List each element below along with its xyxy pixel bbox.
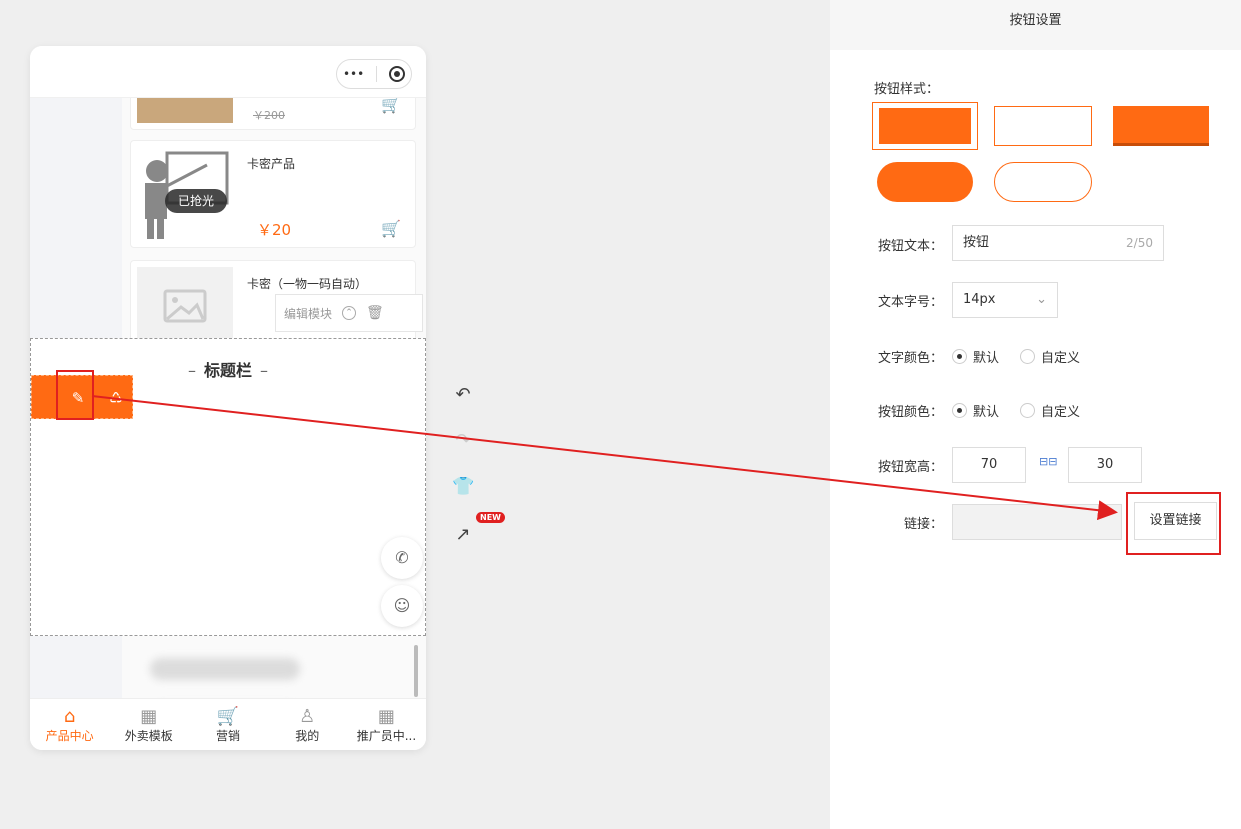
radio-label: 自定义 [1041,405,1081,420]
wechat-icon[interactable]: ☺ [381,585,423,627]
button-size-label: 按钮宽高： [878,460,944,475]
product-name: 卡密产品 [247,157,296,171]
cart-icon: 🛒 [216,706,240,727]
font-size-label: 文本字号： [878,295,944,310]
link-label: 链接： [904,517,944,532]
phone-call-icon[interactable]: ✆ [381,537,423,579]
edit-module-popup: 编辑模块 ⌃ 🗑 [275,294,423,332]
font-color-label: 文字颜色： [878,351,944,366]
radio-unchecked-icon [1020,349,1035,364]
delete-icon[interactable]: 🗑 [366,305,384,321]
home-icon: ⌂ [63,706,76,727]
highlight-set-link [1126,492,1221,555]
capsule-divider [376,66,378,82]
button-text-label: 按钮文本： [878,239,944,254]
style-option-3d[interactable] [1113,106,1209,146]
button-color-label: 按钮颜色： [878,405,944,420]
tab-label: 产品中心 [45,729,94,743]
scrollbar[interactable] [414,645,418,697]
radio-checked-icon [952,349,967,364]
cart-icon[interactable]: 🛒 [381,219,401,238]
button-height-input[interactable]: 30 [1068,447,1142,483]
new-badge: NEW [476,512,505,523]
style-option-rounded-outline[interactable] [994,162,1092,202]
grid-icon: ▦ [377,706,395,727]
panel-title: 按钮设置 [830,0,1241,50]
grid-icon: ▦ [140,706,158,727]
button-text-value: 按钮 [963,235,990,250]
tab-takeout-template[interactable]: ▦ 外卖模板 [109,699,188,750]
link-input[interactable] [952,504,1122,540]
move-up-icon[interactable]: ⌃ [342,306,357,320]
tab-label: 我的 [295,729,320,743]
bottom-tab-bar: ⌂ 产品中心 ▦ 外卖模板 🛒 营销 ♙ 我的 ▦ 推广员中... [30,698,426,750]
font-color-custom-radio[interactable]: 自定义 [1020,347,1080,366]
image-placeholder-icon [163,289,207,323]
radio-checked-icon [952,403,967,418]
close-target-icon[interactable] [389,66,406,82]
mini-program-capsule[interactable]: ••• [336,59,412,89]
font-size-value: 14px [963,292,996,307]
title-dash: – [187,361,196,380]
highlight-edit-button [56,370,94,420]
tab-label: 外卖模板 [124,729,173,743]
title-text: 标题栏 [203,361,252,380]
radio-label: 默认 [973,405,1000,420]
font-size-select[interactable]: 14px ⌄ [952,282,1058,318]
redo-icon[interactable]: ↷ [452,430,474,452]
text-counter: 2/50 [1126,236,1153,250]
tab-product-center[interactable]: ⌂ 产品中心 [30,699,109,750]
shirt-style-icon[interactable]: ♺ [100,382,132,414]
product-card[interactable]: 已抢光 卡密产品 ￥20 🛒 [130,140,416,248]
product-price: ￥20 [257,221,292,239]
product-image: 已抢光 [137,147,233,241]
title-dash: – [260,361,268,380]
style-option-filled-selected[interactable] [872,102,978,150]
product-name: 卡密（一物一码自动） [247,277,368,291]
undo-icon[interactable]: ↶ [452,384,474,406]
blurred-footer [150,658,300,680]
tab-label: 推广员中... [356,729,417,743]
theme-shirt-icon[interactable]: 👕 [452,476,474,498]
tab-marketing[interactable]: 🛒 营销 [188,699,267,750]
button-text-input[interactable]: 按钮 2/50 [952,225,1164,261]
phone-header: ••• [30,46,426,98]
product-old-price: ￥200 [253,109,285,122]
button-width-input[interactable]: 70 [952,447,1026,483]
more-icon[interactable]: ••• [343,67,364,81]
tab-label: 营销 [216,729,241,743]
button-settings-panel: 按钮设置 按钮样式： 按钮文本： 按钮 2/50 文本字号： 14px ⌄ 文字… [830,0,1241,829]
tab-promoter-center[interactable]: ▦ 推广员中... [347,699,426,750]
radio-unchecked-icon [1020,403,1035,418]
button-style-label: 按钮样式： [874,82,940,97]
share-icon[interactable]: ↗ [452,524,474,546]
style-option-rounded-filled[interactable] [877,162,973,202]
radio-label: 默认 [973,351,1000,366]
sold-out-badge: 已抢光 [165,189,227,213]
font-color-default-radio[interactable]: 默认 [952,347,999,366]
tab-mine[interactable]: ♙ 我的 [268,699,347,750]
user-icon: ♙ [299,706,316,727]
button-color-default-radio[interactable]: 默认 [952,401,999,420]
radio-label: 自定义 [1041,351,1081,366]
link-ratio-icon[interactable]: ⊟⊟ [1039,455,1057,468]
style-option-outline[interactable] [994,106,1092,146]
button-color-custom-radio[interactable]: 自定义 [1020,401,1080,420]
edit-module-label[interactable]: 编辑模块 [284,305,332,322]
chevron-down-icon: ⌄ [1036,292,1047,307]
